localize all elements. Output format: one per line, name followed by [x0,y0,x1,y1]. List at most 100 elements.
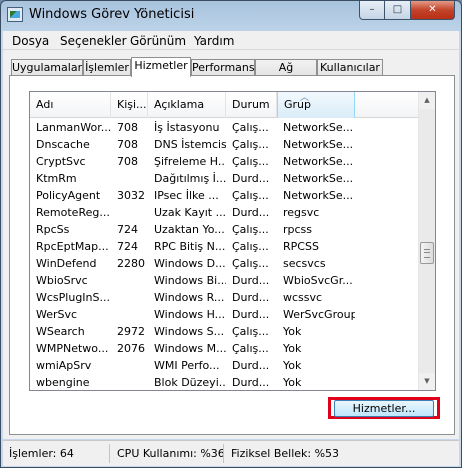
client-area: Uygulamalar İşlemler Hizmetler Performan… [3,50,459,439]
scrollbar-thumb[interactable] [420,242,434,264]
column-header-name[interactable]: Adı [30,92,111,118]
cell-pid: 2076 [117,342,145,355]
cell-group: Yok [283,376,302,389]
cell-status: Çalış... [232,189,269,202]
tab-performance[interactable]: Performans [191,59,255,76]
title-bar[interactable]: Windows Görev Yöneticisi – □ ✕ [1,1,461,29]
table-row[interactable]: WMPNetwo... 2076 Windows M... Çalış... Yok [30,340,420,357]
tab-networking[interactable]: Ağ İletişimi [255,59,317,89]
cell-description: Blok Düzeyi... [154,376,226,389]
cell-name: RpcSs [36,223,70,236]
cell-group: regsvc [283,206,320,219]
column-header-status[interactable]: Durum [226,92,277,118]
cell-pid [111,204,148,221]
column-header-description[interactable]: Açıklama [148,92,226,118]
cell-pid [111,306,148,323]
cell-description: Windows H... [154,308,226,321]
sort-ascending-icon: ︿ [300,93,310,103]
table-row[interactable]: RemoteReg... Uzak Kayıt ... Durd... regsvc [30,204,420,221]
cell-status: Durd... [232,206,270,219]
status-memory: Fiziksel Bellek: %53 [231,447,340,460]
column-header-pid[interactable]: Kişi... [111,92,148,118]
services-tab-pane: Adı Kişi... Açıklama Durum Grup ︿ Lanman… [9,75,455,435]
vertical-scrollbar[interactable]: ▲ ▼ [418,92,435,390]
window-title: Windows Görev Yöneticisi [29,7,195,22]
cell-group: rpcss [283,223,313,236]
menu-view[interactable]: Görünüm [130,34,186,48]
close-button[interactable]: ✕ [411,1,455,20]
maximize-button[interactable]: □ [385,1,411,20]
table-row[interactable]: PolicyAgent 3032 IPsec İlke ... Çalış... Net… [30,187,420,204]
cell-status: Durd... [232,172,270,185]
table-row[interactable]: WSearch 2972 Windows S... Çalış... Yok [30,323,420,340]
services-button[interactable]: Hizmetler... [334,400,434,417]
cell-description: WMI Perfo... [154,359,220,372]
tab-services[interactable]: Hizmetler [131,57,191,77]
cell-group: NetworkSe... [283,155,354,168]
table-row[interactable]: WinDefend 2280 Windows D... Çalış... secsvcs [30,255,420,272]
cell-group: wcssvc [283,291,323,304]
menu-file[interactable]: Dosya [12,34,49,48]
cell-status: Durd... [232,291,270,304]
column-header-group[interactable]: Grup ︿ [277,92,355,118]
table-row[interactable]: wmiApSrv WMI Perfo... Durd... Yok [30,357,420,374]
status-processes: İşlemler: 64 [9,447,74,460]
cell-description: RPC Bitiş N... [154,240,226,253]
table-row[interactable]: RpcSs 724 Uzaktan Yo... Çalış... rpcss [30,221,420,238]
tab-applications[interactable]: Uygulamalar [11,59,83,76]
table-row[interactable]: RpcEptMap... 724 RPC Bitiş N... Çalış... RPC… [30,238,420,255]
cell-status: Çalış... [232,240,269,253]
cell-status: Çalış... [232,138,269,151]
services-list[interactable]: Adı Kişi... Açıklama Durum Grup ︿ Lanman… [29,91,436,391]
caption-buttons: – □ ✕ [359,1,455,20]
table-row[interactable]: WbioSrvc Windows Bi... Durd... WbioSvcGr... [30,272,420,289]
cell-group: RPCSS [283,240,319,253]
task-manager-icon [7,7,23,22]
cell-group: NetworkSe... [283,172,354,185]
cell-pid: 708 [117,121,138,134]
scroll-up-icon[interactable]: ▲ [419,92,435,109]
cell-description: Windows M... [154,342,226,355]
menu-help[interactable]: Yardım [194,34,234,48]
minimize-button[interactable]: – [359,1,385,20]
tab-processes[interactable]: İşlemler [83,59,131,76]
cell-description: Uzak Kayıt ... [154,206,226,219]
table-row[interactable]: wbengine Blok Düzeyi... Durd... Yok [30,374,420,390]
task-manager-window: Windows Görev Yöneticisi – □ ✕ Dosya Seç… [0,0,462,468]
cell-description: Windows Bi... [154,274,226,287]
status-bar: İşlemler: 64 CPU Kullanımı: %36 Fiziksel… [3,440,459,466]
cell-status: Durd... [232,376,270,389]
cell-description: Windows D... [154,257,226,270]
cell-pid: 2972 [117,325,145,338]
cell-group: Yok [283,325,302,338]
scroll-down-icon[interactable]: ▼ [419,373,435,390]
cell-status: Çalış... [232,257,269,270]
status-separator [223,444,224,463]
table-row[interactable]: LanmanWor... 708 İş İstasyonu Çalış... Netwo… [30,119,420,136]
cell-description: IPsec İlke ... [154,189,219,202]
table-row[interactable]: WcsPlugInS... Windows R... Durd... wcssvc [30,289,420,306]
table-row[interactable]: WerSvc Windows H... Durd... WerSvcGroup [30,306,420,323]
menu-options[interactable]: Seçenekler [60,34,127,48]
menu-bar: Dosya Seçenekler Görünüm Yardım [3,31,459,50]
cell-pid: 708 [117,155,138,168]
cell-group: NetworkSe... [283,138,354,151]
tab-users[interactable]: Kullanıcılar [317,59,383,76]
cell-description: DNS İstemcisi [154,138,226,151]
cell-group: NetworkSe... [283,189,354,202]
cell-pid: 3032 [117,189,145,202]
cell-name: RpcEptMap... [36,240,109,253]
table-row[interactable]: KtmRm Dağıtılmış İ... Durd... NetworkSe... [30,170,420,187]
cell-name: WinDefend [36,257,97,270]
list-header: Adı Kişi... Açıklama Durum Grup ︿ [30,92,420,118]
cell-name: LanmanWor... [36,121,111,134]
table-row[interactable]: CryptSvc 708 Şifreleme H... Çalış... Network… [30,153,420,170]
cell-description: Dağıtılmış İ... [154,172,226,185]
cell-status: Durd... [232,359,270,372]
table-row[interactable]: Dnscache 708 DNS İstemcisi Çalış... NetworkS… [30,136,420,153]
cell-name: wbengine [36,376,90,389]
cell-description: İş İstasyonu [154,121,220,134]
status-cpu: CPU Kullanımı: %36 [117,447,225,460]
cell-name: WbioSrvc [36,274,88,287]
cell-name: CryptSvc [36,155,86,168]
